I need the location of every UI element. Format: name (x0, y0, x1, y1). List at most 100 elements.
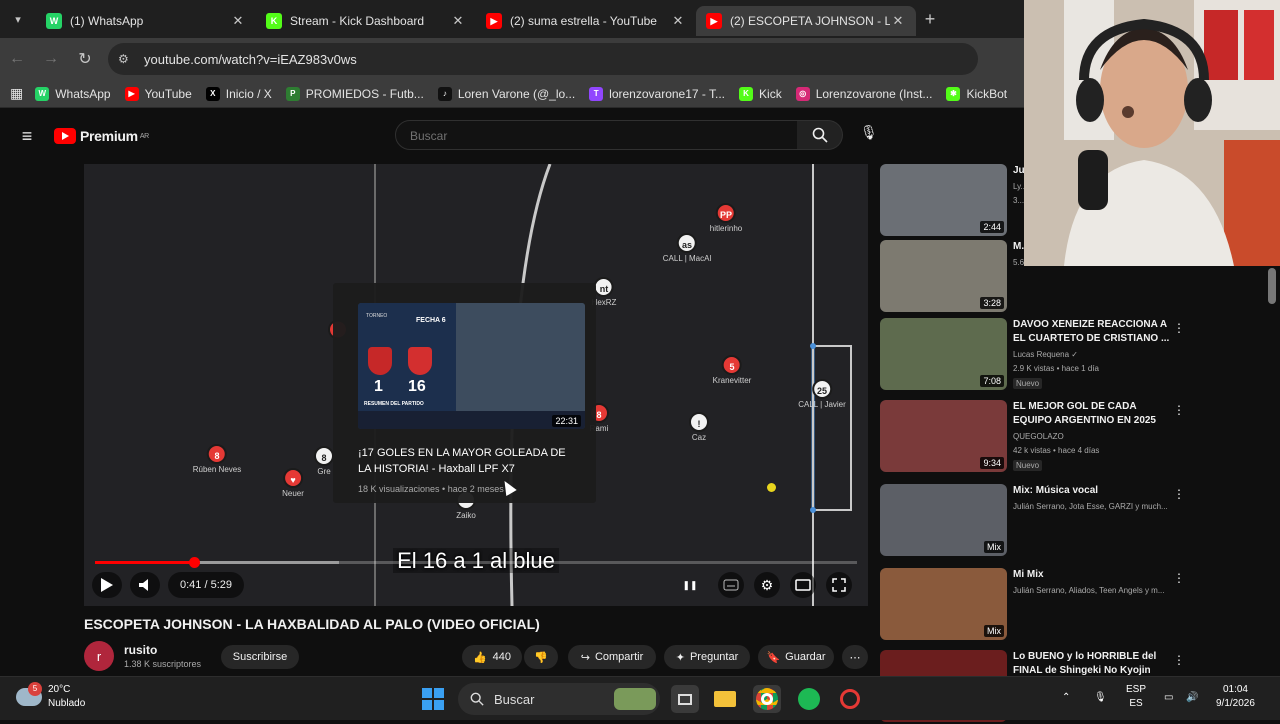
related-channel: Julián Serrano, Aliados, Teen Angels y m… (1013, 586, 1165, 595)
clock[interactable]: 01:04 9/1/2026 (1216, 683, 1255, 711)
file-explorer-icon[interactable] (711, 685, 739, 713)
more-vertical-icon[interactable]: ⋮ (1173, 403, 1185, 417)
channel-avatar[interactable]: r (84, 641, 114, 671)
search-button[interactable] (797, 120, 843, 150)
site-settings-icon[interactable]: ⚙ (118, 52, 138, 66)
volume-icon (139, 579, 148, 591)
reload-button[interactable]: ↻ (68, 49, 102, 69)
app-settings-icon[interactable] (836, 685, 864, 713)
bookmark-item[interactable]: P PROMIEDOS - Futb... (285, 86, 424, 101)
player-disc: PP (716, 203, 736, 223)
omnibox[interactable]: ⚙ youtube.com/watch?v=iEAZ983v0ws (108, 43, 978, 75)
apps-grid-icon[interactable]: ▦ (10, 85, 23, 102)
dislike-button[interactable]: 👎 (524, 645, 558, 669)
close-icon[interactable]: ✕ (890, 13, 906, 29)
region-code: AR (139, 132, 149, 140)
autoplay-toggle[interactable]: ❚❚ (680, 572, 700, 598)
play-button[interactable] (92, 572, 122, 598)
page-scrollbar[interactable] (1268, 268, 1276, 304)
thumbs-up-icon: 👍 (472, 651, 487, 664)
temperature: 20°C (48, 684, 71, 695)
more-vertical-icon[interactable]: ⋮ (1173, 653, 1185, 667)
voice-search-icon[interactable]: 🎙 (860, 124, 878, 141)
save-label: Guardar (785, 651, 826, 663)
search-input[interactable]: Buscar (395, 120, 798, 150)
bookmark-item[interactable]: ▶ YouTube (124, 86, 192, 101)
share-button[interactable]: ↪ Compartir (568, 645, 656, 669)
fullscreen-icon (832, 578, 846, 592)
browser-tab[interactable]: ▶ (2) suma estrella - YouTube ✕ (476, 6, 696, 36)
bookmark-favicon-icon: ◎ (795, 86, 810, 101)
subtitles-button[interactable] (718, 572, 744, 598)
channel-name[interactable]: rusito (124, 643, 201, 657)
related-title: EL MEJOR GOL DE CADA EQUIPO ARGENTINO EN… (1013, 401, 1156, 426)
related-video-item[interactable]: Mix Mi Mix Julián Serrano, Aliados, Teen A… (880, 568, 1270, 642)
language-indicator[interactable]: ESP ES (1126, 683, 1146, 711)
bookmark-label: Lorenzovarone (Inst... (815, 86, 933, 101)
play-icon (101, 578, 113, 592)
related-video-item[interactable]: 7:08 DAVOO XENEIZE REACCIONA A EL CUARTET… (880, 318, 1270, 392)
ask-button[interactable]: ✦ Preguntar (664, 645, 750, 669)
spotify-icon[interactable] (795, 685, 823, 713)
share-label: Compartir (594, 651, 644, 663)
browser-tab[interactable]: ▶ (2) ESCOPETA JOHNSON - LA H✕ (696, 6, 916, 36)
bookmark-item[interactable]: ✱ KickBot (946, 86, 1008, 101)
fullscreen-button[interactable] (826, 572, 852, 598)
settings-button[interactable]: ⚙ (754, 572, 780, 598)
cloud-icon: 5 (16, 682, 42, 706)
progress-bar[interactable] (95, 557, 857, 568)
bookmark-label: KickBot (966, 86, 1008, 101)
tab-search-chevron-icon[interactable]: ▾ (0, 0, 36, 38)
weather-widget[interactable]: 5 20°C Nublado (16, 682, 85, 711)
more-actions-button[interactable]: ⋯ (842, 645, 868, 669)
speaker-icon[interactable]: 🔊 (1186, 691, 1198, 705)
save-button[interactable]: 🔖 Guardar (758, 645, 834, 669)
scrubber-handle[interactable] (189, 557, 201, 568)
url-text: youtube.com/watch?v=iEAZ983v0ws (144, 51, 357, 67)
bookmark-item[interactable]: K Kick (739, 86, 782, 101)
bookmark-item[interactable]: Tlorenzovarone17 - T... (589, 86, 725, 101)
thumb-score-home: 1 (374, 378, 383, 395)
bookmark-label: WhatsApp (55, 86, 111, 101)
related-video-item[interactable]: Mix Mix: Música vocal Julián Serrano, Jota… (880, 484, 1270, 558)
theater-mode-button[interactable] (790, 572, 816, 598)
more-vertical-icon[interactable]: ⋮ (1173, 321, 1185, 335)
back-button[interactable]: ← (0, 50, 34, 68)
menu-icon[interactable]: ≡ (0, 126, 54, 147)
related-video-item[interactable]: 9:34 EL MEJOR GOL DE CADA EQUIPO ARGENTIN… (880, 400, 1270, 474)
forward-button[interactable]: → (34, 50, 68, 68)
close-icon[interactable]: ✕ (450, 13, 466, 29)
tray-overflow-icon[interactable]: ⌃ (1062, 691, 1070, 705)
video-title: ESCOPETA JOHNSON - LA HAXBALIDAD AL PALO… (84, 616, 540, 632)
related-duration: 7:08 (980, 375, 1004, 387)
related-channel: QUEGOLAZO (1013, 432, 1064, 441)
taskbar-search[interactable]: Buscar (458, 683, 660, 715)
chrome-icon[interactable] (753, 685, 781, 713)
more-vertical-icon[interactable]: ⋮ (1173, 487, 1185, 501)
bookmark-item[interactable]: ◎ Lorenzovarone (Inst... (795, 86, 933, 101)
player-name: Kranevitter (712, 376, 752, 385)
address-toolbar: ← → ↻ ⚙ youtube.com/watch?v=iEAZ983v0ws (0, 38, 1024, 80)
bookmark-item[interactable]: W WhatsApp (35, 86, 111, 101)
new-tab-button[interactable]: + (916, 9, 944, 30)
end-screen-preview-card[interactable]: TORNEO FECHA 6 1 16 RESUMEN DEL PARTIDO … (333, 283, 596, 503)
related-thumbnail: 7:08 (880, 318, 1007, 390)
microphone-icon[interactable]: 🎙 (1094, 691, 1107, 705)
browser-tab[interactable]: W (1) WhatsApp ✕ (36, 6, 256, 36)
close-icon[interactable]: ✕ (230, 13, 246, 29)
more-vertical-icon[interactable]: ⋮ (1173, 571, 1185, 585)
browser-tab-strip: ▾ W (1) WhatsApp ✕ K Stream - Kick Dashboard… (0, 0, 1024, 38)
like-button[interactable]: 👍 440 (462, 645, 522, 669)
volume-button[interactable] (130, 572, 160, 598)
related-thumbnail: Mix (880, 484, 1007, 556)
browser-tab[interactable]: K Stream - Kick Dashboard ✕ (256, 6, 476, 36)
bookmark-item[interactable]: ♪ Loren Varone (@_lo... (437, 86, 575, 101)
start-button[interactable] (419, 685, 447, 713)
youtube-premium-logo[interactable]: Premium AR (54, 128, 149, 144)
network-icon[interactable]: ▭ (1164, 691, 1173, 705)
subscribe-button[interactable]: Suscribirse (221, 645, 299, 669)
task-view-icon[interactable] (671, 685, 699, 713)
close-icon[interactable]: ✕ (670, 13, 686, 29)
bookmark-favicon-icon: P (285, 86, 300, 101)
bookmark-item[interactable]: X Inicio / X (205, 86, 272, 101)
